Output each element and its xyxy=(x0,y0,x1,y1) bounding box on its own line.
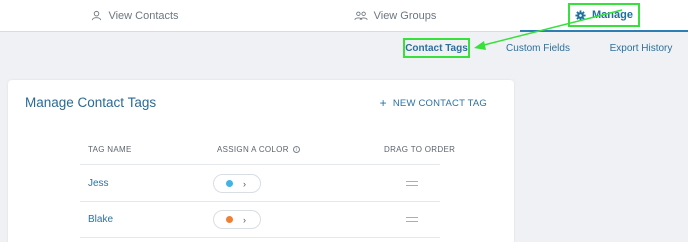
tab-view-contacts-label: View Contacts xyxy=(108,9,179,22)
tab-manage[interactable]: Manage xyxy=(520,0,688,32)
chevron-right-icon: › xyxy=(243,214,246,225)
color-swatch xyxy=(226,180,233,187)
row-divider xyxy=(80,164,440,165)
user-icon xyxy=(92,10,102,21)
manage-highlight-box: Manage xyxy=(568,3,640,27)
plus-icon: + xyxy=(379,96,387,110)
page-title: Manage Contact Tags xyxy=(25,95,157,110)
group-icon xyxy=(354,11,368,21)
column-header-assign-color: ASSIGN A COLOR i xyxy=(217,145,300,154)
color-picker-button[interactable]: › xyxy=(213,210,261,229)
tab-export-history[interactable]: Export History xyxy=(609,38,673,58)
row-divider xyxy=(80,237,440,238)
column-header-tag-name: TAG NAME xyxy=(88,145,132,154)
new-contact-tag-label: NEW CONTACT TAG xyxy=(392,97,487,109)
drag-handle[interactable] xyxy=(406,217,418,222)
color-picker-button[interactable]: › xyxy=(213,174,261,193)
new-contact-tag-button[interactable]: + NEW CONTACT TAG xyxy=(380,97,487,109)
column-header-assign-color-label: ASSIGN A COLOR xyxy=(217,145,289,154)
column-header-drag-to-order: DRAG TO ORDER xyxy=(384,145,456,154)
chevron-right-icon: › xyxy=(243,178,246,189)
tab-contact-tags[interactable]: Contact Tags xyxy=(403,38,470,58)
tab-custom-fields[interactable]: Custom Fields xyxy=(505,38,571,58)
tab-view-groups-label: View Groups xyxy=(373,9,437,22)
tag-name-blake[interactable]: Blake xyxy=(88,214,113,225)
tag-name-jess[interactable]: Jess xyxy=(88,178,109,189)
color-swatch xyxy=(226,216,233,223)
drag-handle[interactable] xyxy=(406,181,418,186)
tab-view-groups[interactable]: View Groups xyxy=(270,0,520,31)
manage-tags-card: Manage Contact Tags + NEW CONTACT TAG TA… xyxy=(8,80,514,242)
top-navigation: View Contacts View Groups Manage xyxy=(0,0,688,32)
gear-icon xyxy=(575,9,586,21)
row-divider xyxy=(80,201,440,202)
info-icon[interactable]: i xyxy=(292,146,300,153)
sub-navigation: Contact Tags Custom Fields Export Histor… xyxy=(0,32,688,64)
tab-view-contacts[interactable]: View Contacts xyxy=(0,0,270,31)
tab-manage-label: Manage xyxy=(592,9,633,21)
